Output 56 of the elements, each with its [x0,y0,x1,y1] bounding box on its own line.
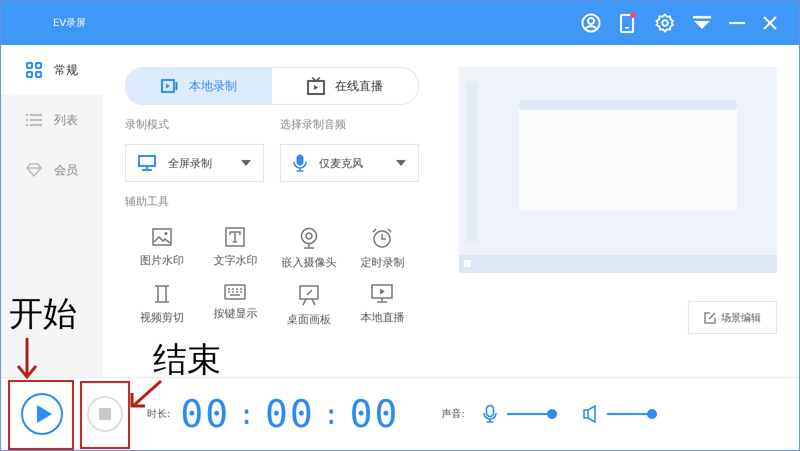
stop-icon [99,408,111,420]
play-button[interactable] [21,393,63,435]
scene-edit-button[interactable]: 场景编辑 [688,301,777,334]
slider-thumb[interactable] [646,409,657,419]
sidebar-item[interactable]: 常规 [1,45,103,95]
tool-label[interactable]: 本地直播 [360,310,404,325]
slider-thumb[interactable] [546,409,557,419]
play-icon [36,405,52,423]
highlight-frame [8,380,74,450]
close-icon[interactable] [763,16,777,30]
dropdown-icon[interactable] [693,16,711,30]
tool-label[interactable]: 文字水印 [213,253,258,268]
edit-icon [704,312,716,324]
caret-icon [241,160,251,166]
diamond-icon [26,163,42,177]
tool-label[interactable]: 图片水印 [140,253,184,268]
duration-label: 时长: [147,408,170,421]
section-label: 辅助工具 [125,194,170,209]
monitor-icon [138,155,156,171]
image-icon[interactable] [152,227,172,247]
caret-icon [396,160,406,166]
audio-select[interactable]: 仅麦克风 [280,144,419,182]
tool-label[interactable]: 视频剪切 [140,310,184,325]
user-icon[interactable] [581,13,601,33]
monitor-play-icon[interactable] [371,284,394,304]
tool-label[interactable]: 定时录制 [360,255,404,270]
window-title: EV录屏 [53,17,86,30]
microphone-icon [293,154,307,172]
speaker-icon[interactable] [582,405,597,423]
annotation-text: 开始 [9,294,77,334]
field-label: 录制模式 [125,117,170,132]
settings-icon[interactable] [655,13,675,33]
record-mode-select[interactable]: 全屏录制 [125,144,264,182]
tool-label[interactable]: 桌面画板 [286,312,331,327]
tool-label[interactable]: 按键显示 [213,306,258,321]
timer-display: 00 : 00 : 00 [180,392,400,436]
sound-label: 声音: [441,408,465,421]
tab[interactable]: 在线直播 [272,68,418,104]
annotation-arrow [15,337,39,379]
field-label: 选择录制音频 [280,117,347,132]
list-icon [26,113,42,127]
tablet-icon[interactable] [619,12,637,34]
tool-label[interactable]: 嵌入摄像头 [281,255,336,270]
minimize-icon[interactable] [729,21,745,25]
annotation-arrow [129,379,163,409]
annotation-text: 结束 [153,340,221,380]
webcam-icon[interactable] [298,227,319,249]
keyboard-icon[interactable] [224,284,246,300]
alarm-clock-icon[interactable] [371,227,394,249]
tv-icon [307,77,325,95]
highlight-frame [80,381,130,449]
microphone-icon[interactable] [482,405,497,423]
text-icon[interactable] [225,227,246,247]
easel-icon[interactable] [298,284,320,306]
grid-icon [26,62,42,78]
video-icon [161,78,179,94]
